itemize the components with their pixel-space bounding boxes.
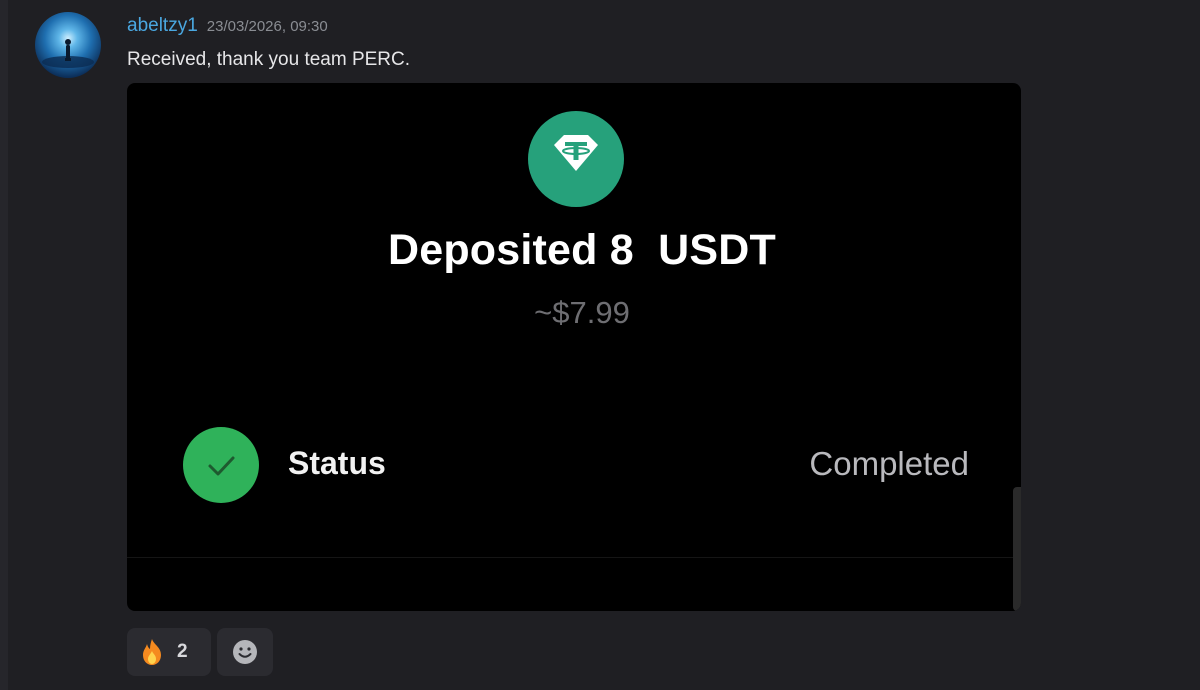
username[interactable]: abeltzy1	[127, 15, 198, 37]
divider	[127, 557, 1021, 558]
deposit-amount: Deposited 8 USDT	[387, 226, 777, 274]
reactions-bar: 2	[127, 628, 273, 676]
add-reaction-button[interactable]	[217, 628, 273, 676]
chat-message: abeltzy1 23/03/2026, 09:30 Received, tha…	[0, 0, 1200, 690]
message-header: abeltzy1 23/03/2026, 09:30	[127, 15, 328, 39]
fiat-value: ~$7.99	[534, 295, 630, 330]
message-text: Received, thank you team PERC.	[127, 49, 411, 70]
fire-icon	[143, 639, 161, 665]
scrollbar[interactable]	[1013, 487, 1021, 611]
status-value: Completed	[809, 445, 969, 482]
avatar[interactable]	[35, 12, 101, 78]
image-attachment[interactable]: Deposited 8 USDT ~$7.99 Status Completed	[127, 83, 1021, 611]
reaction-count: 2	[177, 641, 188, 662]
add-reaction-icon	[233, 640, 257, 664]
check-circle-icon	[183, 427, 259, 503]
timestamp: 23/03/2026, 09:30	[206, 18, 328, 35]
tether-usdt-icon	[528, 111, 624, 207]
status-label: Status	[288, 445, 386, 481]
avatar-figure-icon	[42, 39, 94, 68]
reaction-fire[interactable]: 2	[127, 628, 211, 676]
